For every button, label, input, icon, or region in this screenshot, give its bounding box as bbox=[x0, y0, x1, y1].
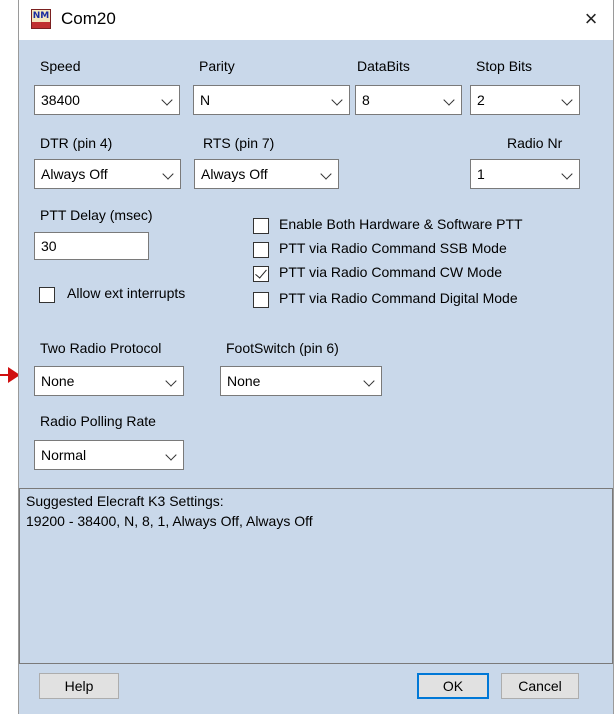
com-settings-dialog: NM Com20 × Speed Parity DataBits Stop Bi… bbox=[18, 0, 614, 714]
parity-label: Parity bbox=[199, 58, 235, 74]
footswitch-value: None bbox=[227, 373, 261, 389]
ok-button[interactable]: OK bbox=[417, 673, 489, 699]
polling-rate-select[interactable]: Normal bbox=[34, 440, 184, 470]
stopbits-select[interactable]: 2 bbox=[470, 85, 580, 115]
speed-label: Speed bbox=[40, 58, 81, 74]
ptt-digital-label: PTT via Radio Command Digital Mode bbox=[279, 290, 518, 306]
footswitch-select[interactable]: None bbox=[220, 366, 382, 396]
checkmark-icon bbox=[255, 266, 267, 279]
dialog-client-area: Speed Parity DataBits Stop Bits 38400 N … bbox=[19, 40, 613, 714]
stopbits-label: Stop Bits bbox=[476, 58, 533, 74]
chevron-down-icon bbox=[161, 94, 173, 106]
nm-app-icon: NM bbox=[31, 9, 51, 29]
parity-value: N bbox=[200, 92, 211, 108]
polling-rate-label: Radio Polling Rate bbox=[40, 413, 156, 429]
parity-select[interactable]: N bbox=[193, 85, 350, 115]
ptt-digital-checkbox[interactable] bbox=[253, 292, 269, 308]
rts-select[interactable]: Always Off bbox=[194, 159, 339, 189]
chevron-down-icon bbox=[331, 94, 343, 106]
title-bar: NM Com20 × bbox=[19, 0, 613, 40]
databits-select[interactable]: 8 bbox=[355, 85, 462, 115]
chevron-down-icon bbox=[320, 168, 332, 180]
databits-value: 8 bbox=[362, 92, 370, 108]
help-button[interactable]: Help bbox=[39, 673, 119, 699]
allow-ext-interrupts-checkbox[interactable] bbox=[39, 287, 55, 303]
ptt-cw-label: PTT via Radio Command CW Mode bbox=[279, 264, 503, 280]
chevron-down-icon bbox=[561, 94, 573, 106]
chevron-down-icon bbox=[561, 168, 573, 180]
ptt-ssb-checkbox[interactable] bbox=[253, 242, 269, 258]
polling-rate-value: Normal bbox=[41, 447, 87, 463]
two-radio-protocol-select[interactable]: None bbox=[34, 366, 184, 396]
allow-ext-interrupts-label: Allow ext interrupts bbox=[67, 285, 186, 301]
footswitch-label: FootSwitch (pin 6) bbox=[226, 340, 339, 356]
ptt-delay-label: PTT Delay (msec) bbox=[40, 207, 153, 223]
databits-label: DataBits bbox=[357, 58, 410, 74]
suggested-settings-values: 19200 - 38400, N, 8, 1, Always Off, Alwa… bbox=[26, 513, 313, 529]
radio-nr-select[interactable]: 1 bbox=[470, 159, 580, 189]
suggested-settings-title: Suggested Elecraft K3 Settings: bbox=[26, 493, 224, 509]
rts-value: Always Off bbox=[201, 166, 268, 182]
dtr-select[interactable]: Always Off bbox=[34, 159, 181, 189]
chevron-down-icon bbox=[443, 94, 455, 106]
ptt-both-checkbox[interactable] bbox=[253, 218, 269, 234]
radio-nr-label: Radio Nr bbox=[507, 135, 563, 151]
rts-label: RTS (pin 7) bbox=[203, 135, 275, 151]
chevron-down-icon bbox=[165, 375, 177, 387]
radio-nr-value: 1 bbox=[477, 166, 485, 182]
dtr-label: DTR (pin 4) bbox=[40, 135, 113, 151]
ptt-delay-input[interactable]: 30 bbox=[34, 232, 149, 260]
two-radio-protocol-label: Two Radio Protocol bbox=[40, 340, 162, 356]
ptt-both-label: Enable Both Hardware & Software PTT bbox=[279, 216, 523, 232]
dtr-value: Always Off bbox=[41, 166, 108, 182]
speed-select[interactable]: 38400 bbox=[34, 85, 180, 115]
two-radio-protocol-value: None bbox=[41, 373, 75, 389]
close-button[interactable]: × bbox=[575, 4, 607, 34]
suggested-settings-box: Suggested Elecraft K3 Settings: 19200 - … bbox=[19, 488, 613, 664]
chevron-down-icon bbox=[165, 449, 177, 461]
ptt-cw-checkbox[interactable] bbox=[253, 266, 269, 282]
cancel-button[interactable]: Cancel bbox=[501, 673, 579, 699]
stopbits-value: 2 bbox=[477, 92, 485, 108]
chevron-down-icon bbox=[162, 168, 174, 180]
chevron-down-icon bbox=[363, 375, 375, 387]
window-title: Com20 bbox=[61, 9, 116, 28]
speed-value: 38400 bbox=[41, 92, 80, 108]
ptt-ssb-label: PTT via Radio Command SSB Mode bbox=[279, 240, 507, 256]
